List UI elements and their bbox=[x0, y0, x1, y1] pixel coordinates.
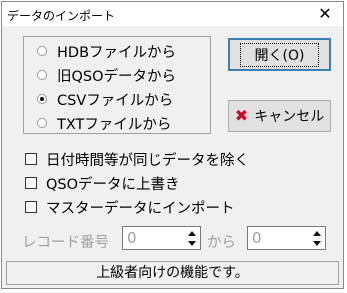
record-from-spinner[interactable]: 0 bbox=[122, 226, 201, 250]
close-icon[interactable]: ✕ bbox=[313, 4, 337, 24]
checkbox[interactable] bbox=[25, 177, 37, 189]
window-title: データのインポート bbox=[7, 9, 116, 23]
radio-txt[interactable]: TXTファイルから bbox=[37, 113, 171, 133]
spin-up-icon[interactable] bbox=[310, 228, 324, 238]
radio-csv[interactable]: CSVファイルから bbox=[37, 89, 173, 109]
radio-circle[interactable] bbox=[37, 118, 47, 128]
option-import-master[interactable]: マスターデータにインポート bbox=[25, 197, 235, 217]
radio-circle[interactable] bbox=[37, 70, 47, 80]
record-number-label: レコード番号 bbox=[22, 235, 109, 251]
option-label: 日付時間等が同じデータを除く bbox=[46, 152, 249, 169]
open-button[interactable]: 開く(O) bbox=[228, 38, 331, 71]
option-label: マスターデータにインポート bbox=[46, 200, 235, 217]
status-bar: 上級者向けの機能です。 bbox=[6, 261, 339, 285]
radio-circle-checked[interactable] bbox=[37, 94, 47, 104]
spin-up-icon[interactable] bbox=[185, 228, 199, 238]
cancel-x-icon: ✖ bbox=[234, 106, 249, 125]
checkbox[interactable] bbox=[25, 153, 37, 165]
spinner-arrows[interactable] bbox=[185, 228, 199, 248]
radio-circle[interactable] bbox=[37, 46, 47, 56]
record-from-value[interactable]: 0 bbox=[127, 229, 137, 247]
cancel-button-label: キャンセル bbox=[254, 109, 325, 125]
option-overwrite-qso[interactable]: QSOデータに上書き bbox=[25, 173, 180, 193]
range-separator: から bbox=[207, 235, 236, 251]
option-label: QSOデータに上書き bbox=[46, 176, 180, 193]
open-button-label: 開く(O) bbox=[239, 42, 320, 67]
radio-hdb[interactable]: HDBファイルから bbox=[37, 41, 176, 61]
radio-label: CSVファイルから bbox=[57, 92, 174, 109]
record-to-spinner[interactable]: 0 bbox=[247, 226, 326, 250]
record-to-value[interactable]: 0 bbox=[252, 229, 262, 247]
title-bar: データのインポート ✕ bbox=[2, 2, 343, 26]
cancel-button[interactable]: ✖ キャンセル bbox=[228, 100, 331, 132]
spin-down-icon[interactable] bbox=[310, 238, 324, 248]
radio-old-qso[interactable]: 旧QSOデータから bbox=[37, 65, 176, 85]
radio-label: TXTファイルから bbox=[57, 116, 172, 133]
spinner-arrows[interactable] bbox=[310, 228, 324, 248]
import-dialog: データのインポート ✕ HDBファイルから 旧QSOデータから CSVファイルか… bbox=[1, 1, 344, 289]
spin-down-icon[interactable] bbox=[185, 238, 199, 248]
radio-label: 旧QSOデータから bbox=[57, 68, 177, 85]
format-group: HDBファイルから 旧QSOデータから CSVファイルから TXTファイルから bbox=[23, 36, 211, 134]
option-exclude-duplicates[interactable]: 日付時間等が同じデータを除く bbox=[25, 149, 249, 169]
checkbox[interactable] bbox=[25, 201, 37, 213]
radio-label: HDBファイルから bbox=[57, 44, 177, 61]
